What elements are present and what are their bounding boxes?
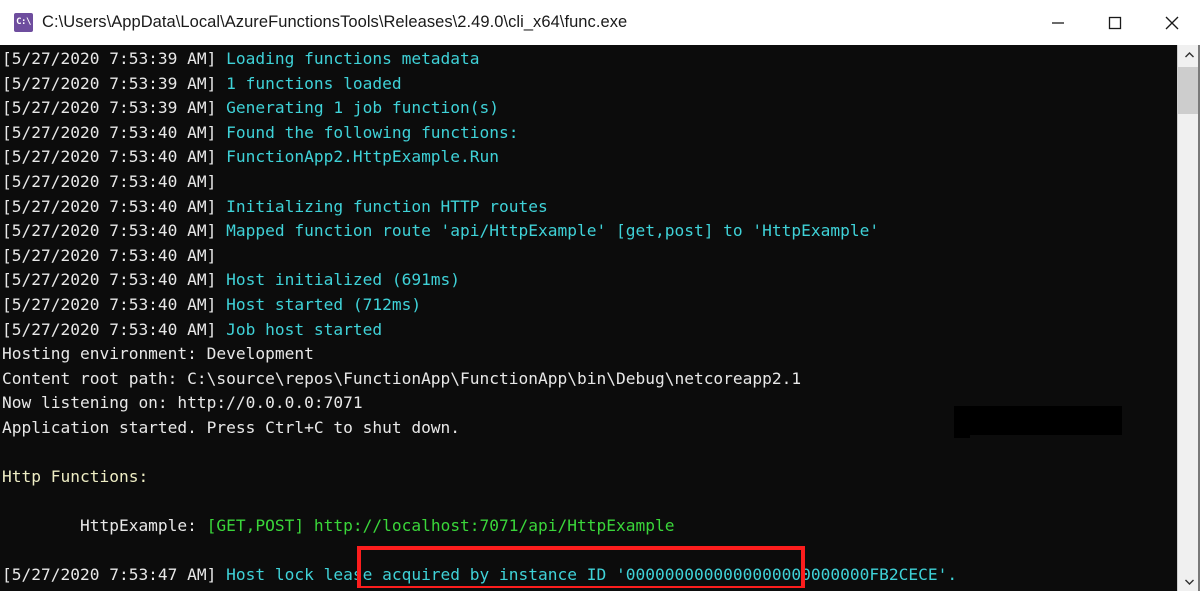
log-timestamp: [5/27/2020 7:53:40 AM] (2, 171, 217, 191)
terminal-line: Content root path: C:\source\repos\Funct… (2, 367, 1177, 392)
log-message: Mapped function route 'api/HttpExample' … (216, 221, 880, 241)
close-icon (1165, 16, 1178, 29)
terminal-line: [5/27/2020 7:53:40 AM] (2, 244, 1177, 269)
maximize-button[interactable] (1086, 0, 1143, 45)
redaction-block (954, 406, 1122, 435)
terminal-line: [5/27/2020 7:53:40 AM] Host initialized … (2, 268, 1177, 293)
terminal-line: [5/27/2020 7:53:40 AM] Host started (712… (2, 293, 1177, 318)
terminal-line: [5/27/2020 7:53:39 AM] Loading functions… (2, 47, 1177, 72)
terminal-line: [5/27/2020 7:53:40 AM] Found the followi… (2, 121, 1177, 146)
maximize-icon (1108, 16, 1121, 29)
terminal-line: [5/27/2020 7:53:40 AM] Initializing func… (2, 195, 1177, 220)
log-message: Hosting environment: Development (2, 344, 314, 364)
window-title: C:\Users\AppData\Local\AzureFunctionsToo… (42, 13, 628, 31)
terminal-line: [5/27/2020 7:53:40 AM] Mapped function r… (2, 219, 1177, 244)
log-message: Content root path: C:\source\repos\Funct… (2, 368, 802, 388)
minimize-button[interactable] (1029, 0, 1086, 45)
terminal-line: Http Functions: (2, 465, 1177, 490)
log-message: Initializing function HTTP routes (216, 196, 548, 216)
log-timestamp: [5/27/2020 7:53:40 AM] (2, 245, 217, 265)
log-message: Found the following functions: (216, 122, 519, 142)
log-timestamp: [5/27/2020 7:53:40 AM] (2, 122, 217, 142)
title-bar-left: C:\ C:\Users\AppData\Local\AzureFunction… (0, 13, 1029, 32)
terminal-line: Hosting environment: Development (2, 342, 1177, 367)
scrollbar-thumb[interactable] (1178, 67, 1200, 114)
log-timestamp: [5/27/2020 7:53:40 AM] (2, 196, 217, 216)
log-message: Now listening on: http://0.0.0.0:7071 (2, 393, 363, 413)
log-timestamp: [5/27/2020 7:53:40 AM] (2, 270, 217, 290)
log-message: FunctionApp2.HttpExample.Run (216, 147, 500, 167)
minimize-icon (1051, 21, 1064, 24)
function-entry-line: HttpExample: [GET,POST] http://localhost… (2, 514, 1177, 539)
close-button[interactable] (1143, 0, 1200, 45)
terminal-line: [5/27/2020 7:53:47 AM] Host lock lease a… (2, 563, 1177, 588)
log-timestamp: [5/27/2020 7:53:40 AM] (2, 319, 217, 339)
log-message: Application started. Press Ctrl+C to shu… (2, 417, 461, 437)
command-prompt-icon-glyph: C:\ (16, 17, 31, 27)
redaction-block-notch (954, 421, 970, 438)
chevron-up-icon (1184, 51, 1194, 57)
terminal-area: [5/27/2020 7:53:39 AM] Loading functions… (0, 45, 1200, 591)
log-timestamp: [5/27/2020 7:53:39 AM] (2, 73, 217, 93)
function-name: HttpExample: (2, 516, 207, 536)
scroll-down-arrow[interactable] (1178, 572, 1200, 591)
scroll-up-arrow[interactable] (1178, 45, 1200, 64)
log-message: Host initialized (691ms) (216, 270, 461, 290)
log-message: Http Functions: (2, 467, 149, 487)
function-url: http://localhost:7071/api/HttpExample (313, 516, 675, 536)
log-timestamp: [5/27/2020 7:53:40 AM] (2, 221, 217, 241)
log-timestamp: [5/27/2020 7:53:40 AM] (2, 147, 217, 167)
log-message: Generating 1 job function(s) (216, 98, 500, 118)
terminal-line: [5/27/2020 7:53:40 AM] (2, 170, 1177, 195)
log-message: 1 functions loaded (216, 73, 402, 93)
log-message: Job host started (216, 319, 383, 339)
command-prompt-icon: C:\ (14, 13, 33, 32)
scrollbar-track[interactable] (1178, 64, 1200, 572)
log-message: Loading functions metadata (216, 49, 480, 68)
terminal-line: [5/27/2020 7:53:39 AM] 1 functions loade… (2, 72, 1177, 97)
title-bar[interactable]: C:\ C:\Users\AppData\Local\AzureFunction… (0, 0, 1200, 45)
terminal-output[interactable]: [5/27/2020 7:53:39 AM] Loading functions… (0, 45, 1177, 591)
log-message: Host lock lease acquired by instance ID … (216, 565, 958, 585)
terminal-line: [5/27/2020 7:53:39 AM] Generating 1 job … (2, 96, 1177, 121)
log-timestamp: [5/27/2020 7:53:40 AM] (2, 294, 217, 314)
log-message: Host started (712ms) (216, 294, 422, 314)
log-timestamp: [5/27/2020 7:53:47 AM] (2, 565, 217, 585)
log-timestamp: [5/27/2020 7:53:39 AM] (2, 98, 217, 118)
chevron-down-icon (1184, 579, 1194, 585)
function-methods: [GET,POST] (206, 516, 314, 536)
window-controls (1029, 0, 1200, 45)
console-window: C:\ C:\Users\AppData\Local\AzureFunction… (0, 0, 1200, 591)
terminal-line: [5/27/2020 7:53:40 AM] Job host started (2, 318, 1177, 343)
vertical-scrollbar[interactable] (1177, 45, 1200, 591)
log-timestamp: [5/27/2020 7:53:39 AM] (2, 49, 217, 68)
terminal-line: [5/27/2020 7:53:40 AM] FunctionApp2.Http… (2, 145, 1177, 170)
